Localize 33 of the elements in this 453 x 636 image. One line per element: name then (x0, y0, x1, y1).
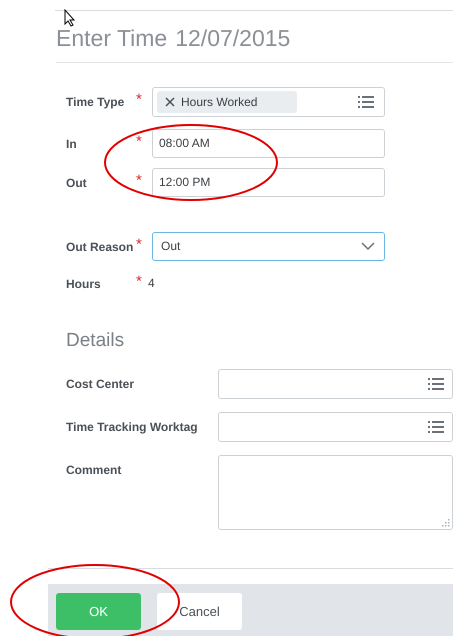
page-title: Enter Time (56, 24, 168, 53)
required-mark: * (136, 134, 142, 148)
time-input[interactable]: 08:00 AM (152, 128, 385, 158)
required-mark: * (136, 274, 142, 288)
field-label: Time Type (66, 94, 126, 110)
cursor-icon (64, 9, 76, 27)
list-icon[interactable] (428, 377, 444, 391)
page-date: 12/07/2015 (175, 24, 290, 53)
time-type-field[interactable]: Hours Worked (152, 86, 385, 116)
close-icon[interactable] (165, 96, 175, 106)
field-label: Out (66, 174, 88, 192)
field-label: Time Tracking Worktag (66, 419, 199, 436)
hours-value: 4 (148, 274, 155, 292)
required-mark: * (136, 236, 142, 252)
resize-handle-icon[interactable] (442, 519, 450, 527)
required-mark: * (136, 92, 142, 106)
dropdown-field[interactable]: Out (152, 232, 385, 260)
list-icon[interactable] (428, 420, 444, 434)
selected-chip[interactable]: Hours Worked (157, 90, 297, 112)
field-label: Hours (66, 276, 102, 292)
cancel-button[interactable]: Cancel (157, 593, 242, 630)
prompt-field[interactable] (218, 412, 453, 442)
list-icon[interactable] (358, 94, 374, 108)
required-mark: * (136, 172, 142, 188)
chevron-down-icon[interactable] (361, 242, 375, 250)
prompt-field[interactable] (218, 369, 453, 399)
field-label: Comment (66, 462, 122, 479)
section-heading: Details (66, 328, 124, 352)
time-input[interactable]: 12:00 PM (152, 168, 385, 196)
comment-field[interactable] (218, 455, 453, 530)
field-label: Out Reason (66, 238, 134, 256)
field-label: Cost Center (66, 376, 136, 393)
field-label: In (66, 136, 78, 152)
